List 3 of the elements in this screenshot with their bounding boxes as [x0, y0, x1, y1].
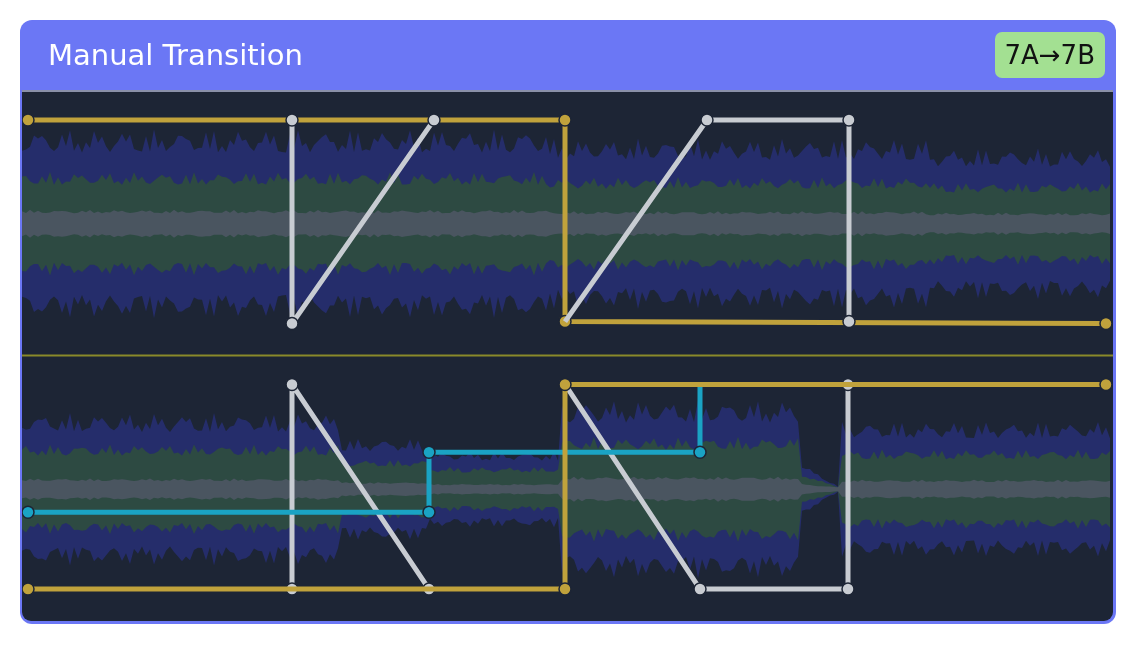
card-title: Manual Transition — [48, 38, 303, 72]
envelope-drawing[interactable] — [22, 377, 1113, 596]
key-badge: 7A→7B — [994, 32, 1105, 78]
